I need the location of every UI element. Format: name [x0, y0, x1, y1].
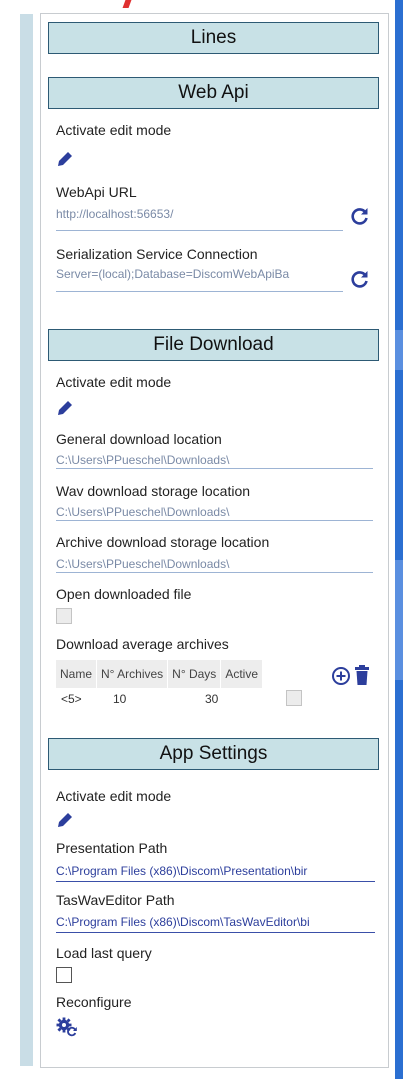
window-left-margin	[0, 0, 20, 1079]
reconfigure-gears-icon[interactable]	[56, 1017, 78, 1037]
archives-table-header: Name N° Archives N° Days Active	[56, 660, 263, 688]
right-window-edge	[395, 0, 403, 1079]
wav-download-label: Wav download storage location	[56, 483, 251, 499]
pencil-icon[interactable]	[56, 150, 74, 168]
presentation-path-label: Presentation Path	[56, 840, 168, 856]
archive-download-label: Archive download storage location	[56, 534, 270, 550]
red-marker	[122, 0, 132, 8]
edge-highlight	[395, 330, 403, 370]
web-api-edit-mode-label: Activate edit mode	[56, 122, 172, 138]
load-last-query-checkbox[interactable]	[56, 967, 72, 983]
wav-download-underline	[56, 520, 373, 521]
refresh-icon[interactable]	[350, 269, 370, 289]
reconfigure-label: Reconfigure	[56, 994, 132, 1010]
taswaveditor-path-field[interactable]: C:\Program Files (x86)\Discom\TasWavEdit…	[56, 915, 374, 929]
serialization-field[interactable]: Server=(local);Database=DiscomWebApiBa	[56, 267, 342, 281]
column-header-name[interactable]: Name	[56, 660, 98, 688]
web-api-header[interactable]: Web Api	[48, 77, 379, 109]
pencil-icon[interactable]	[56, 399, 74, 417]
taswaveditor-path-label: TasWavEditor Path	[56, 892, 175, 908]
file-download-header[interactable]: File Download	[48, 329, 379, 361]
archive-download-field[interactable]: C:\Users\PPueschel\Downloads\	[56, 557, 371, 571]
general-download-label: General download location	[56, 431, 222, 447]
refresh-icon[interactable]	[350, 206, 370, 226]
file-download-edit-mode-label: Activate edit mode	[56, 374, 172, 390]
serialization-underline	[56, 291, 343, 292]
general-download-field[interactable]: C:\Users\PPueschel\Downloads\	[56, 453, 371, 467]
row-active-checkbox[interactable]	[286, 690, 302, 706]
left-scroll-strip	[20, 14, 33, 1066]
column-header-days[interactable]: N° Days	[168, 660, 222, 688]
row-days-cell[interactable]: 30	[205, 692, 218, 706]
lines-header[interactable]: Lines	[48, 22, 379, 54]
download-average-label: Download average archives	[56, 636, 229, 652]
row-archives-cell[interactable]: 10	[113, 692, 126, 706]
webapi-url-label: WebApi URL	[56, 184, 137, 200]
webapi-url-field[interactable]: http://localhost:56653/	[56, 207, 341, 221]
webapi-url-underline	[56, 230, 343, 231]
pencil-icon[interactable]	[56, 811, 74, 829]
general-download-underline	[56, 468, 373, 469]
add-circle-icon[interactable]	[331, 666, 351, 686]
app-settings-edit-mode-label: Activate edit mode	[56, 788, 172, 804]
taswaveditor-path-underline	[56, 932, 375, 933]
archive-download-underline	[56, 572, 373, 573]
trash-icon[interactable]	[354, 665, 370, 685]
row-name-cell[interactable]: <5>	[61, 692, 82, 706]
open-downloaded-checkbox[interactable]	[56, 608, 72, 624]
open-downloaded-label: Open downloaded file	[56, 586, 192, 602]
column-header-archives[interactable]: N° Archives	[97, 660, 169, 688]
app-settings-header[interactable]: App Settings	[48, 738, 379, 770]
column-header-active[interactable]: Active	[221, 660, 263, 688]
edge-highlight	[395, 560, 403, 680]
wav-download-field[interactable]: C:\Users\PPueschel\Downloads\	[56, 505, 371, 519]
presentation-path-field[interactable]: C:\Program Files (x86)\Discom\Presentati…	[56, 864, 374, 878]
settings-panel: Lines Web Api Activate edit mode WebApi …	[40, 13, 389, 1068]
serialization-label: Serialization Service Connection	[56, 246, 258, 262]
presentation-path-underline	[56, 881, 375, 882]
load-last-query-label: Load last query	[56, 945, 152, 961]
